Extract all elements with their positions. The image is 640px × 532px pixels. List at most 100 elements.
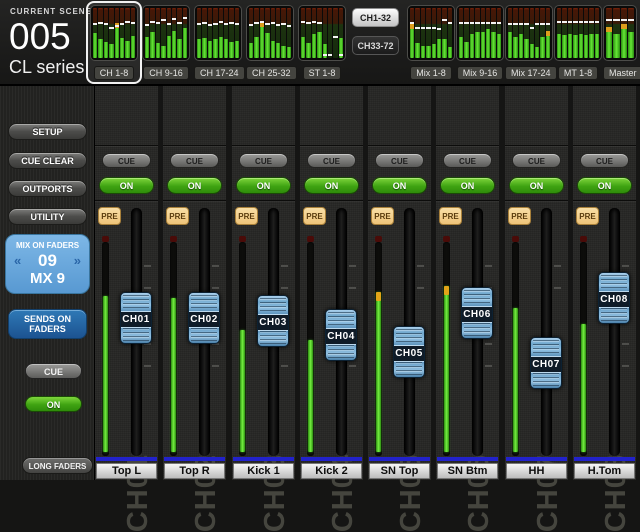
- pre-badge[interactable]: PRE: [576, 207, 599, 225]
- on-button[interactable]: ON: [509, 177, 564, 194]
- bank-button-ch33-72[interactable]: CH33-72: [352, 36, 399, 55]
- meter-bar: [167, 8, 171, 58]
- bank-button-ch1-32[interactable]: CH1-32: [352, 8, 399, 27]
- cue-button[interactable]: CUE: [307, 153, 356, 168]
- sidebar-button-cue-clear[interactable]: CUE CLEAR: [8, 152, 87, 169]
- fader-cap[interactable]: CH03: [257, 295, 289, 347]
- fader-position-mark: [486, 22, 490, 24]
- pre-badge[interactable]: PRE: [439, 207, 462, 225]
- level-meter-fill: [581, 324, 586, 452]
- meter-block-mt-1-8[interactable]: MT 1-8: [550, 1, 606, 84]
- pre-badge[interactable]: PRE: [98, 207, 121, 225]
- fader-cap-grip: [464, 290, 490, 303]
- sidebar-button-utility[interactable]: UTILITY: [8, 208, 87, 225]
- fader-scale-tick: [485, 343, 492, 345]
- fader-cap[interactable]: CH05: [393, 326, 425, 378]
- channel-name-box[interactable]: Kick 2: [301, 463, 362, 479]
- on-button[interactable]: ON: [577, 177, 632, 194]
- meter-block-ch-9-16[interactable]: CH 9-16: [138, 1, 194, 84]
- mix-prev-icon[interactable]: «: [14, 253, 21, 268]
- meter-bars: [554, 5, 602, 61]
- meter-bar-level: [197, 39, 201, 58]
- cue-button[interactable]: CUE: [443, 153, 492, 168]
- meter-bar: [224, 8, 228, 58]
- cue-button[interactable]: CUE: [239, 153, 288, 168]
- channel-strip-ch07: CUEONPRECH07CH07HH: [505, 86, 568, 480]
- sidebar-button-setup[interactable]: SETUP: [8, 123, 87, 140]
- level-meter-fill: [240, 330, 245, 452]
- meter-block-mix-9-16[interactable]: Mix 9-16: [452, 1, 508, 84]
- fader-cap[interactable]: CH07: [530, 337, 562, 389]
- meter-bar: [125, 8, 129, 58]
- meter-block-st-1-8[interactable]: ST 1-8: [294, 1, 350, 84]
- meter-bar-level: [519, 34, 523, 58]
- meter-bar-level: [131, 36, 135, 59]
- cue-button[interactable]: CUE: [512, 153, 561, 168]
- meter-block-master[interactable]: Master: [599, 1, 640, 84]
- meter-bar-peak: [410, 24, 414, 29]
- channel-name-box[interactable]: HH: [506, 463, 567, 479]
- channel-strip-ch02: CUEONPRECH02CH02Top R: [163, 86, 226, 480]
- fader-cap[interactable]: CH08: [598, 272, 630, 324]
- channel-name-box[interactable]: Top L: [96, 463, 157, 479]
- long-faders-button[interactable]: LONG FADERS: [22, 457, 93, 474]
- meter-bar-level: [535, 47, 539, 58]
- fader-cap-grip: [601, 275, 627, 288]
- fader-position-mark: [333, 36, 337, 38]
- sends-on-faders-button[interactable]: SENDS ON FADERS: [8, 309, 87, 339]
- meter-bar: [219, 8, 223, 58]
- fader-position-mark: [530, 27, 534, 29]
- cue-button[interactable]: CUE: [375, 153, 424, 168]
- meter-bar-level: [486, 29, 490, 58]
- pre-badge[interactable]: PRE: [166, 207, 189, 225]
- meter-block-label-text: MT 1-8: [558, 66, 598, 80]
- on-button[interactable]: ON: [440, 177, 495, 194]
- pre-badge[interactable]: PRE: [235, 207, 258, 225]
- channel-name-box[interactable]: H.Tom: [574, 463, 635, 479]
- on-button[interactable]: ON: [372, 177, 427, 194]
- mix-next-icon[interactable]: »: [74, 253, 81, 268]
- pre-badge[interactable]: PRE: [303, 207, 326, 225]
- meter-block-ch-1-8[interactable]: CH 1-8: [86, 1, 142, 84]
- meter-block-ch-25-32[interactable]: CH 25-32: [242, 1, 301, 84]
- on-button[interactable]: ON: [167, 177, 222, 194]
- scene-number[interactable]: 005: [9, 16, 71, 58]
- meter-bar: [177, 8, 181, 58]
- meter-bar-level: [437, 39, 441, 58]
- fader-track[interactable]: [541, 208, 552, 456]
- pre-badge[interactable]: PRE: [371, 207, 394, 225]
- fader-position-mark: [281, 23, 285, 25]
- pre-badge[interactable]: PRE: [508, 207, 531, 225]
- cue-button[interactable]: CUE: [170, 153, 219, 168]
- sidebar-cue-button[interactable]: CUE: [25, 363, 82, 379]
- channel-name-box[interactable]: SN Btm: [437, 463, 498, 479]
- meter-block-mix-1-8[interactable]: Mix 1-8: [403, 1, 459, 84]
- meter-bar-level: [475, 32, 479, 58]
- cue-button[interactable]: CUE: [102, 153, 151, 168]
- fader-position-mark: [621, 19, 627, 21]
- on-button[interactable]: ON: [304, 177, 359, 194]
- fader-track[interactable]: [609, 208, 620, 456]
- sidebar-on-button[interactable]: ON: [25, 396, 82, 412]
- fader-scale-tick: [417, 287, 424, 289]
- meter-bar-level: [306, 43, 310, 58]
- fader-cap[interactable]: CH04: [325, 309, 357, 361]
- fader-cap[interactable]: CH06: [461, 287, 493, 339]
- sidebar-button-outports[interactable]: OUTPORTS: [8, 180, 87, 197]
- fader-cap[interactable]: CH01: [120, 292, 152, 344]
- channel-name-box[interactable]: SN Top: [369, 463, 430, 479]
- fader-scale-tick: [212, 365, 219, 367]
- cue-button[interactable]: CUE: [580, 153, 629, 168]
- on-button[interactable]: ON: [99, 177, 154, 194]
- meter-bar: [339, 8, 343, 58]
- fader-position-mark: [606, 19, 612, 21]
- channel-name-box[interactable]: Top R: [164, 463, 225, 479]
- on-button[interactable]: ON: [236, 177, 291, 194]
- meter-block-label: Mix 1-8: [407, 63, 455, 81]
- fader-cap[interactable]: CH02: [188, 292, 220, 344]
- meter-block-ch-17-24[interactable]: CH 17-24: [190, 1, 249, 84]
- channel-name-box[interactable]: Kick 1: [233, 463, 294, 479]
- fader-position-mark: [524, 23, 528, 25]
- meter-block-label: ST 1-8: [298, 63, 346, 81]
- fader-position-mark: [437, 28, 441, 30]
